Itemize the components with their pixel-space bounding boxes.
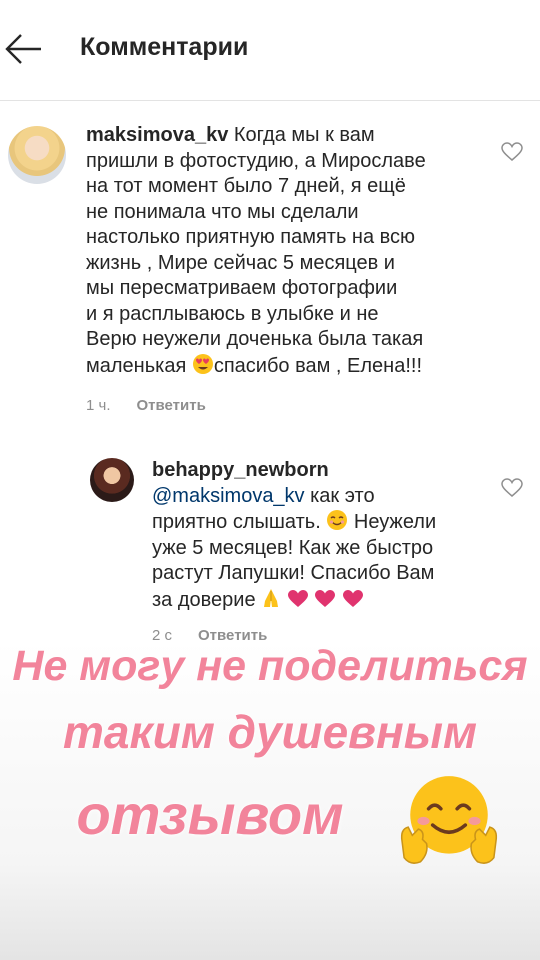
comment-line: Неужели (348, 511, 437, 533)
heart-eyes-emoji-icon (192, 353, 213, 374)
comment-line: жизнь , Мире сейчас 5 месяцев и (86, 251, 395, 274)
like-heart-icon[interactable] (501, 142, 523, 162)
avatar[interactable] (90, 458, 134, 502)
comment-line: приятно слышать. (152, 511, 321, 533)
mention-link[interactable]: @maksimova_kv (152, 485, 305, 507)
comment-meta: 1 ч. Ответить (86, 397, 206, 414)
header-bar: Комментарии (0, 0, 540, 101)
back-arrow-icon[interactable] (4, 32, 44, 66)
comment-line: Верю неужели доченька была такая (86, 328, 424, 350)
comment-username[interactable]: behappy_newborn (152, 459, 329, 481)
comment-line: как это (304, 484, 375, 507)
heart-emoji-icon (315, 589, 336, 607)
comment-line: спасибо вам , Елена!!! (213, 354, 423, 377)
comment-line: не понимала что мы сделали (86, 200, 359, 223)
reply-text: behappy_newborn @maksimova_kv как это пр… (152, 458, 492, 613)
overlay-text-line: таким душевным (62, 706, 478, 758)
comment-line: настолько приятную память на всю (86, 226, 416, 248)
hugging-face-emoji-icon (400, 776, 498, 864)
comment-text: maksimova_kv Когда мы к вам пришли в фот… (86, 123, 506, 379)
comment-line: растут Лапушки! Спасибо Вам (152, 562, 435, 584)
comment-line: маленькая (86, 354, 187, 377)
comment-line: Когда мы к вам (233, 124, 375, 146)
comment-line: пришли в фотостудию, а Мирославе (86, 149, 426, 172)
reply-button[interactable]: Ответить (137, 397, 206, 414)
page-title: Комментарии (80, 33, 249, 61)
avatar[interactable] (8, 126, 66, 184)
heart-emoji-icon (287, 589, 308, 607)
overlay-text-line: Не могу не поделиться (12, 642, 528, 690)
heart-emoji-icon (342, 589, 363, 607)
smiling-face-emoji-icon (327, 510, 348, 530)
comment-time: 1 ч. (86, 397, 111, 414)
comment-line: на тот момент было 7 дней, я ещё (86, 175, 406, 197)
like-heart-icon[interactable] (501, 478, 523, 498)
comment-line: уже 5 месяцев! Как же быстро (152, 536, 434, 559)
folded-hands-emoji-icon (264, 588, 279, 607)
comment-username[interactable]: maksimova_kv (86, 124, 228, 146)
comment-line: за доверие (152, 588, 256, 611)
comment-line: и я расплываюсь в улыбке и не (86, 302, 379, 325)
comment-line: мы пересматриваем фотографии (86, 277, 398, 299)
